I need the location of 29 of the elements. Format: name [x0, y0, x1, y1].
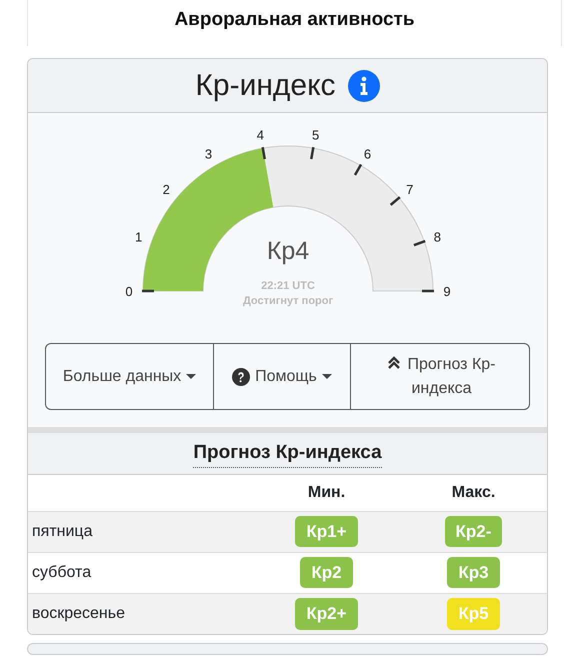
time-text: 22:21 UTC	[260, 280, 314, 292]
tick-label: 0	[124, 284, 132, 299]
tick-label: 2	[162, 182, 170, 197]
more-data-button[interactable]: Больше данных	[46, 344, 213, 409]
column-header: Макс.	[452, 484, 496, 501]
day-label: суббота	[32, 564, 92, 580]
column-header: Мин.	[308, 484, 346, 501]
tick-label: 3	[204, 146, 212, 162]
gauge-value: Кр4	[266, 237, 309, 265]
help-button[interactable]: Помощь	[213, 344, 350, 409]
tick-label: 1	[134, 230, 142, 245]
page-title: Авроральная активность	[174, 8, 415, 32]
kp-level-tag: Кр2	[300, 556, 353, 588]
kp-level-tag: Кр3	[447, 556, 500, 588]
status-text: Достигнут порог	[242, 295, 333, 307]
kp-level-tag: Кр2-	[444, 516, 502, 548]
tick-label: 9	[442, 284, 450, 299]
forecast-button[interactable]: Прогноз Кр-индекса	[350, 344, 529, 409]
tick-label: 6	[363, 146, 371, 162]
tick-label: 5	[312, 127, 319, 142]
card-title: Кр-индекс	[195, 68, 336, 104]
kp-level-tag: Кр2+	[295, 598, 358, 630]
tick-label: 7	[406, 182, 413, 197]
tick-label: 8	[433, 230, 441, 245]
day-label: пятница	[32, 522, 92, 540]
kp-level-tag: Кр1+	[295, 516, 358, 548]
tick-label: 4	[256, 127, 264, 142]
kp-level-tag: Кр5	[447, 598, 500, 630]
day-label: воскресенье	[32, 604, 125, 622]
